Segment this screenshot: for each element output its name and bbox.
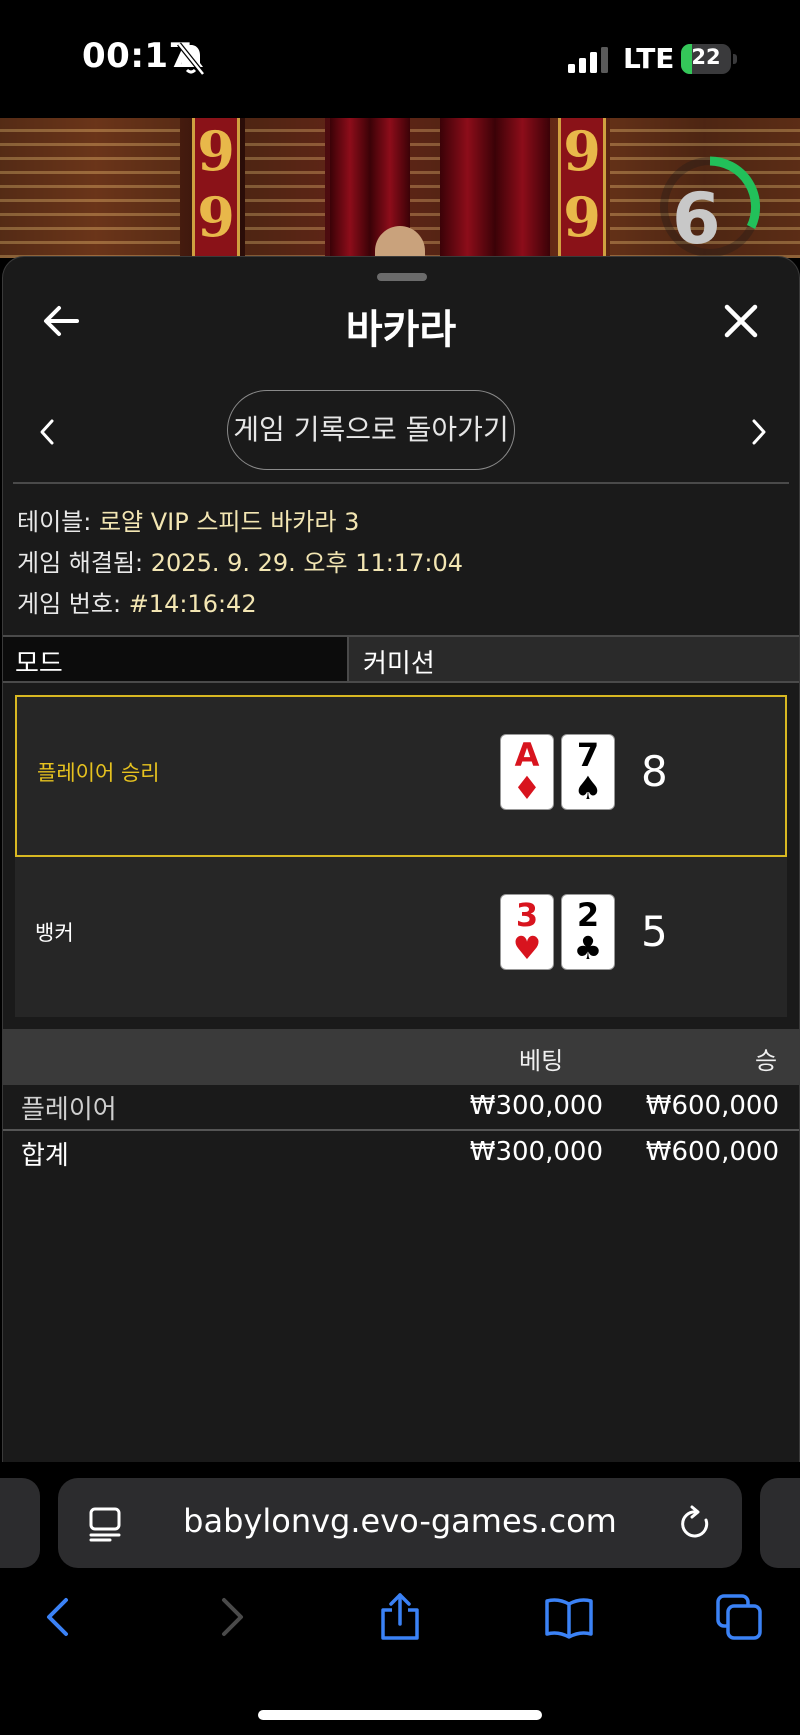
game-number-label: 게임 번호:: [17, 590, 122, 618]
previous-game-chevron-icon[interactable]: [35, 415, 59, 449]
resolved-label: 게임 해결됨:: [17, 549, 144, 577]
resolved-value: 2025. 9. 29. 오후 11:17:04: [150, 549, 464, 577]
win-amount: ₩600,000: [645, 1091, 779, 1121]
playing-card: 3 ♥: [501, 895, 553, 969]
card-rank: 7: [576, 736, 600, 774]
sheet-title: 바카라: [345, 307, 457, 353]
game-history-sheet: 바카라 게임 기록으로 돌아가기 테이블: 로얄 VIP 스피드 바카라 3 게…: [2, 256, 800, 1463]
decor-pillar: 99: [558, 118, 606, 258]
card-suit-heart-icon: ♥: [512, 929, 542, 967]
card-suit-spade-icon: ♠: [573, 769, 603, 807]
player-result-row: 플레이어 승리 A ♦ 7 ♠ 8: [15, 695, 787, 857]
player-result-label: 플레이어 승리: [37, 761, 160, 785]
total-label: 합계: [21, 1141, 69, 1171]
close-icon[interactable]: [721, 301, 761, 341]
bet-amount: ₩300,000: [469, 1091, 603, 1121]
decor-curtain: [440, 118, 550, 258]
battery-level: 22: [691, 45, 721, 69]
status-bar: 00:17 LTE 22: [0, 0, 800, 118]
table-label: 테이블:: [17, 508, 92, 536]
bell-slash-icon: [177, 42, 205, 76]
playing-card: A ♦: [501, 735, 553, 809]
resolved-info: 게임 해결됨: 2025. 9. 29. 오후 11:17:04: [17, 543, 463, 578]
banker-result-label: 뱅커: [35, 921, 74, 945]
back-to-history-button[interactable]: 게임 기록으로 돌아가기: [227, 390, 515, 470]
share-icon[interactable]: [375, 1592, 425, 1642]
card-rank: 2: [576, 896, 600, 934]
browser-chrome: babylonvg.evo-games.com: [0, 1462, 800, 1735]
bet-name: 플레이어: [21, 1095, 117, 1125]
live-video-background: 99 99 6: [0, 118, 800, 258]
mode-label: 모드: [15, 649, 63, 679]
table-value: 로얄 VIP 스피드 바카라 3: [98, 508, 360, 536]
table-info: 테이블: 로얄 VIP 스피드 바카라 3: [17, 502, 359, 537]
decor-panel: [0, 118, 180, 258]
bet-column-header: 베팅: [519, 1047, 564, 1075]
back-icon[interactable]: [34, 1592, 84, 1642]
next-tab-peek[interactable]: [760, 1478, 800, 1568]
reload-icon[interactable]: [678, 1504, 714, 1542]
total-bet-amount: ₩300,000: [469, 1137, 603, 1167]
network-type: LTE: [623, 42, 675, 75]
bets-table-header: 베팅 승: [3, 1029, 799, 1085]
playing-card: 7 ♠: [562, 735, 614, 809]
decor-panel: [245, 118, 325, 258]
card-rank: 3: [515, 896, 539, 934]
card-rank: A: [514, 736, 540, 774]
decor-pillar: 99: [192, 118, 240, 258]
card-suit-club-icon: ♣: [573, 929, 603, 967]
banker-result-row: 뱅커 3 ♥ 2 ♣ 5: [15, 857, 787, 1017]
bookmarks-icon[interactable]: [544, 1592, 594, 1642]
total-win-amount: ₩600,000: [645, 1137, 779, 1167]
total-row: 합계 ₩300,000 ₩600,000: [3, 1131, 799, 1175]
signal-icon: [568, 47, 608, 73]
tabs-icon[interactable]: [714, 1592, 764, 1642]
game-number-info: 게임 번호: #14:16:42: [17, 584, 257, 619]
mode-cell: 모드: [3, 637, 349, 681]
forward-icon[interactable]: [206, 1592, 256, 1642]
win-column-header: 승: [755, 1047, 778, 1075]
url-text[interactable]: babylonvg.evo-games.com: [58, 1502, 742, 1540]
game-number-value: #14:16:42: [128, 590, 257, 618]
commission-label: 커미션: [363, 649, 435, 679]
card-suit-diamond-icon: ♦: [512, 769, 542, 807]
table-row: 플레이어 ₩300,000 ₩600,000: [3, 1085, 799, 1129]
sheet-grabber[interactable]: [377, 273, 427, 281]
player-score: 8: [641, 747, 668, 796]
divider: [13, 482, 789, 484]
address-bar[interactable]: babylonvg.evo-games.com: [58, 1478, 742, 1568]
banker-score: 5: [641, 907, 668, 956]
previous-tab-peek[interactable]: [0, 1478, 40, 1568]
home-indicator: [258, 1710, 542, 1720]
playing-card: 2 ♣: [562, 895, 614, 969]
battery-charging-icon: 22: [681, 44, 737, 74]
mode-bar: 모드 커미션: [3, 635, 799, 683]
next-game-chevron-icon[interactable]: [747, 415, 771, 449]
countdown-timer: 6: [672, 178, 721, 258]
